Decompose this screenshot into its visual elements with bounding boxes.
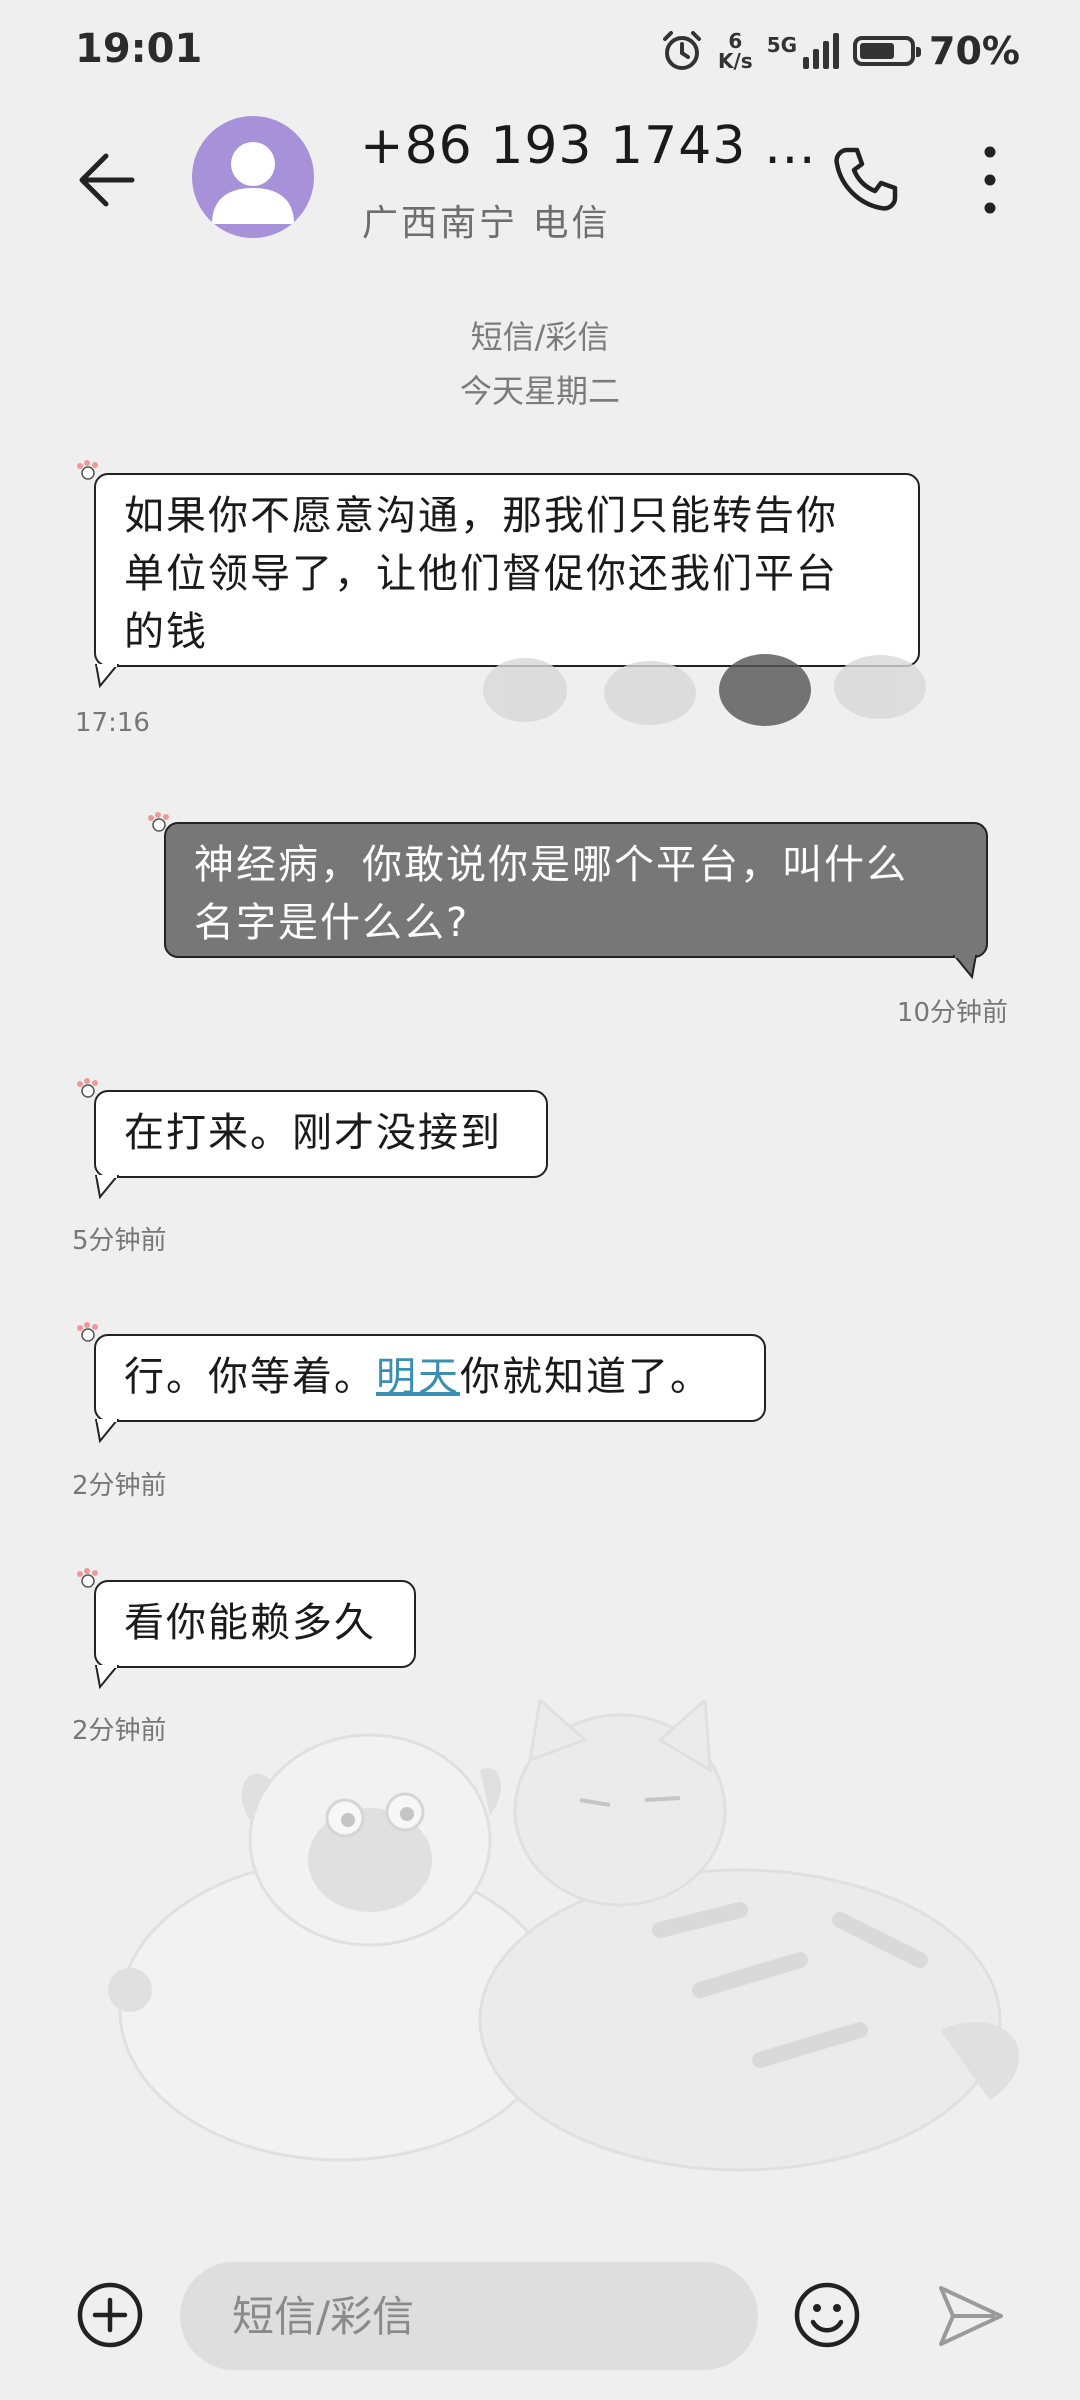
date-link[interactable]: 明天 (376, 1354, 460, 1400)
message-bubble[interactable]: 如果你不愿意沟通，那我们只能转告你 单位领导了，让他们督促你还我们平台 的钱 (94, 473, 920, 667)
bubble-tail (94, 1419, 120, 1444)
battery-percent: 70% (929, 29, 1020, 73)
sticker-decoration (483, 654, 926, 726)
smiley-icon[interactable] (792, 2280, 862, 2350)
message-bubble[interactable]: 神经病，你敢说你是哪个平台，叫什么 名字是什么么? (164, 822, 988, 958)
status-icons: 6 K/s 5G 70% (660, 26, 1020, 76)
send-icon[interactable] (935, 2280, 1007, 2352)
message-text: 行。你等着。 (124, 1354, 376, 1400)
composer-bar (0, 2240, 1080, 2400)
bubble-tail (94, 1175, 120, 1200)
date-label: 今天星期二 (459, 372, 620, 410)
message-line: 名字是什么么? (194, 900, 470, 946)
alarm-icon (662, 31, 701, 70)
channel-label: 短信/彩信 (470, 318, 610, 356)
message-input[interactable] (180, 2262, 758, 2370)
bubble-tail (94, 1665, 120, 1690)
person-icon (212, 142, 294, 224)
message-time: 17:16 (75, 708, 150, 738)
message-text: 看你能赖多久 (124, 1600, 376, 1646)
net-speed-value: 6 (728, 29, 743, 53)
contact-number[interactable]: +86 193 1743 … (360, 116, 817, 176)
avatar[interactable] (192, 116, 314, 238)
more-vertical-icon[interactable] (965, 138, 1015, 222)
background-illustration (108, 1700, 1020, 2172)
status-bar: 19:01 6 K/s 5G 70% (0, 0, 1080, 110)
battery-icon (853, 36, 922, 66)
message-text: 在打来。刚才没接到 (124, 1110, 502, 1156)
phone-icon[interactable] (825, 140, 905, 220)
bubble-tail (94, 664, 120, 689)
status-time: 19:01 (75, 26, 203, 72)
net-speed: 6 K/s (718, 31, 753, 71)
message-time: 5分钟前 (72, 1226, 167, 1256)
message-line: 神经病，你敢说你是哪个平台，叫什么 (194, 842, 908, 888)
message-line: 如果你不愿意沟通，那我们只能转告你 (124, 493, 838, 539)
bubble-tail (952, 955, 978, 980)
message-time: 10分钟前 (896, 998, 1008, 1028)
signal-icon: 5G (766, 33, 840, 69)
plus-circle-icon[interactable] (75, 2280, 145, 2350)
message-text: 你就知道了。 (460, 1354, 712, 1400)
contact-location: 广西南宁 电信 (362, 203, 611, 244)
message-time: 2分钟前 (72, 1471, 167, 1501)
message-line: 单位领导了，让他们督促你还我们平台 (124, 551, 838, 597)
message-bubble[interactable]: 在打来。刚才没接到 (94, 1090, 548, 1178)
network-type: 5G (766, 33, 798, 57)
message-bubble[interactable]: 行。你等着。明天你就知道了。 (94, 1334, 766, 1422)
conversation-header: +86 193 1743 … 广西南宁 电信 (0, 110, 1080, 290)
message-bubble[interactable]: 看你能赖多久 (94, 1580, 416, 1668)
net-speed-unit: K/s (717, 49, 753, 73)
arrow-left-icon[interactable] (70, 140, 150, 220)
